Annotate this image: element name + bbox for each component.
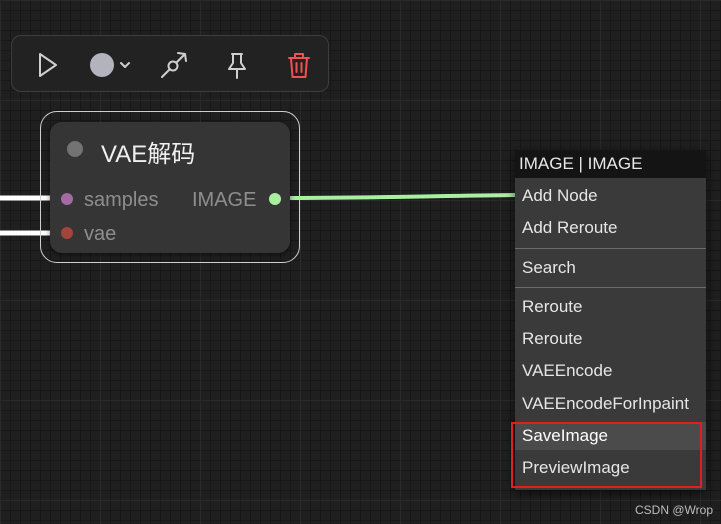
vae-decode-node[interactable]: VAE解码 samples vae IMAGE: [50, 122, 290, 253]
menu-item-vaeencode-for-inpaint[interactable]: VAEEncodeForInpaint: [515, 390, 706, 418]
menu-title: IMAGE | IMAGE: [515, 150, 706, 178]
menu-item-add-reroute[interactable]: Add Reroute: [515, 214, 706, 242]
menu-item-vaeencode[interactable]: VAEEncode: [515, 357, 706, 385]
menu-item-search[interactable]: Search: [515, 254, 706, 282]
node-title: VAE解码: [101, 141, 196, 168]
highlight-annotation-box: [511, 422, 702, 488]
menu-item-reroute[interactable]: Reroute: [515, 293, 706, 321]
menu-separator: [515, 287, 706, 288]
vae-input-slot[interactable]: [61, 227, 73, 239]
image-output-wire: [275, 193, 517, 200]
image-output-slot[interactable]: [269, 193, 281, 205]
vae-input-label: vae: [84, 223, 117, 245]
menu-item-reroute-2[interactable]: Reroute: [515, 325, 706, 353]
watermark: CSDN @Wrop: [635, 503, 713, 517]
menu-separator: [515, 248, 706, 249]
samples-input-slot[interactable]: [61, 193, 73, 205]
node-collapse-dot[interactable]: [67, 141, 83, 157]
image-output-label: IMAGE: [192, 189, 257, 211]
menu-item-add-node[interactable]: Add Node: [515, 182, 706, 210]
samples-input-label: samples: [84, 189, 159, 211]
